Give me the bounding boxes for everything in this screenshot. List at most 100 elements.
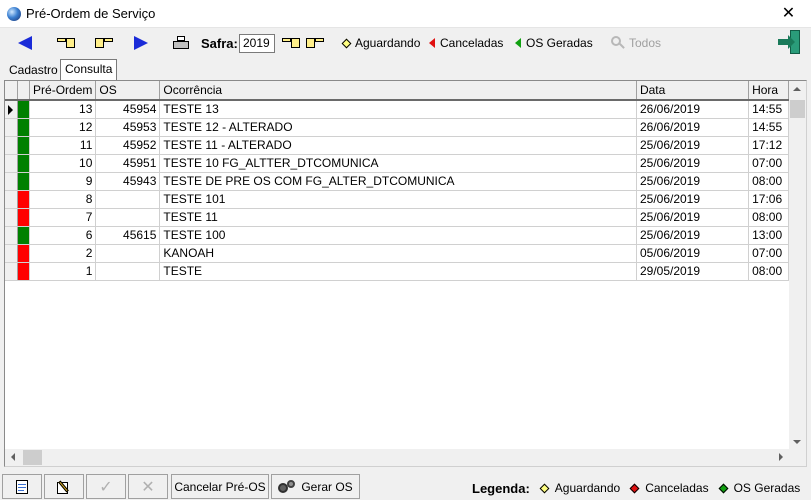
- cell-data[interactable]: 25/06/2019: [636, 172, 750, 191]
- cell-pre-ordem[interactable]: 7: [29, 208, 97, 227]
- cell-hora[interactable]: 13:00: [748, 226, 789, 245]
- table-row[interactable]: 12 45953 TESTE 12 - ALTERADO 26/06/2019 14:5…: [5, 118, 789, 137]
- cell-hora[interactable]: 14:55: [748, 100, 789, 119]
- confirm-button[interactable]: ✓: [86, 474, 126, 499]
- header-ocorrencia[interactable]: Ocorrência: [159, 81, 637, 101]
- cell-os[interactable]: [95, 190, 161, 209]
- table-row[interactable]: 7 TESTE 11 25/06/2019 08:00: [5, 208, 789, 227]
- cell-hora[interactable]: 17:06: [748, 190, 789, 209]
- scroll-left-icon[interactable]: [11, 453, 15, 461]
- cell-data[interactable]: 25/06/2019: [636, 154, 750, 173]
- filter-todos-button[interactable]: Todos: [611, 31, 661, 55]
- cell-os[interactable]: 45954: [95, 100, 161, 119]
- bottom-bar: ✓ ✕ Cancelar Pré-OS Gerar OS Legenda: Ag…: [0, 472, 811, 500]
- tab-cadastro[interactable]: Cadastro: [5, 61, 62, 79]
- cell-hora[interactable]: 07:00: [748, 154, 789, 173]
- safra-previous-button[interactable]: [282, 31, 300, 55]
- gerar-os-button[interactable]: Gerar OS: [271, 474, 360, 499]
- cell-pre-ordem[interactable]: 9: [29, 172, 97, 191]
- cell-ocorrencia[interactable]: TESTE 11: [159, 208, 637, 227]
- table-row[interactable]: 10 45951 TESTE 10 FG_ALTTER_DTCOMUNICA 25/0…: [5, 154, 789, 173]
- previous-record-button[interactable]: [57, 31, 75, 55]
- table-row[interactable]: 13 45954 TESTE 13 26/06/2019 14:55: [5, 100, 789, 119]
- horizontal-scrollbar[interactable]: [5, 449, 789, 466]
- cell-hora[interactable]: 14:55: [748, 118, 789, 137]
- cell-data[interactable]: 26/06/2019: [636, 100, 750, 119]
- cell-data[interactable]: 25/06/2019: [636, 208, 750, 227]
- table-row[interactable]: 6 45615 TESTE 100 25/06/2019 13:00: [5, 226, 789, 245]
- exit-button[interactable]: [778, 30, 800, 54]
- cell-os[interactable]: 45951: [95, 154, 161, 173]
- cell-ocorrencia[interactable]: TESTE 101: [159, 190, 637, 209]
- cell-ocorrencia[interactable]: TESTE: [159, 262, 637, 281]
- cell-ocorrencia[interactable]: TESTE 10 FG_ALTTER_DTCOMUNICA: [159, 154, 637, 173]
- filter-os-geradas-button[interactable]: OS Geradas: [515, 31, 593, 55]
- cancel-edit-button[interactable]: ✕: [128, 474, 168, 499]
- next-record-button[interactable]: [95, 31, 113, 55]
- cell-os[interactable]: 45952: [95, 136, 161, 155]
- cell-ocorrencia[interactable]: KANOAH: [159, 244, 637, 263]
- cell-hora[interactable]: 08:00: [748, 172, 789, 191]
- legend: Legenda: Aguardando Canceladas OS Gerada…: [472, 480, 808, 496]
- cell-data[interactable]: 25/06/2019: [636, 190, 750, 209]
- cell-ocorrencia[interactable]: TESTE 12 - ALTERADO: [159, 118, 637, 137]
- header-pre-ordem[interactable]: Pré-Ordem: [29, 81, 97, 101]
- cell-pre-ordem[interactable]: 10: [29, 154, 97, 173]
- cell-hora[interactable]: 07:00: [748, 244, 789, 263]
- cell-pre-ordem[interactable]: 11: [29, 136, 97, 155]
- cell-data[interactable]: 25/06/2019: [636, 226, 750, 245]
- header-data[interactable]: Data: [636, 81, 750, 101]
- cell-data[interactable]: 29/05/2019: [636, 262, 750, 281]
- cell-ocorrencia[interactable]: TESTE 100: [159, 226, 637, 245]
- cell-ocorrencia[interactable]: TESTE 11 - ALTERADO: [159, 136, 637, 155]
- tab-consulta[interactable]: Consulta: [60, 59, 118, 80]
- filter-aguardando-button[interactable]: Aguardando: [341, 31, 420, 55]
- cell-hora[interactable]: 08:00: [748, 262, 789, 281]
- cell-os[interactable]: [95, 244, 161, 263]
- print-button[interactable]: [173, 31, 189, 55]
- cell-pre-ordem[interactable]: 1: [29, 262, 97, 281]
- table-row[interactable]: 8 TESTE 101 25/06/2019 17:06: [5, 190, 789, 209]
- cell-os[interactable]: 45943: [95, 172, 161, 191]
- cell-os[interactable]: [95, 208, 161, 227]
- scroll-up-icon[interactable]: [793, 87, 801, 91]
- cell-os[interactable]: 45953: [95, 118, 161, 137]
- cell-os[interactable]: 45615: [95, 226, 161, 245]
- table-row[interactable]: 2 KANOAH 05/06/2019 07:00: [5, 244, 789, 263]
- last-record-button[interactable]: [134, 31, 148, 55]
- first-record-button[interactable]: [18, 31, 32, 55]
- vertical-scroll-thumb[interactable]: [790, 100, 805, 118]
- cell-hora[interactable]: 08:00: [748, 208, 789, 227]
- cell-os[interactable]: [95, 262, 161, 281]
- cell-pre-ordem[interactable]: 13: [29, 100, 97, 119]
- horizontal-scroll-thumb[interactable]: [23, 450, 42, 465]
- cell-pre-ordem[interactable]: 12: [29, 118, 97, 137]
- cell-ocorrencia[interactable]: TESTE 13: [159, 100, 637, 119]
- new-button[interactable]: [2, 474, 42, 499]
- safra-next-button[interactable]: [306, 31, 324, 55]
- cell-ocorrencia[interactable]: TESTE DE PRE OS COM FG_ALTER_DTCOMUNICA: [159, 172, 637, 191]
- cell-data[interactable]: 26/06/2019: [636, 118, 750, 137]
- header-os[interactable]: OS: [95, 81, 161, 101]
- cell-pre-ordem[interactable]: 8: [29, 190, 97, 209]
- status-color-cell: [17, 208, 31, 227]
- exit-door-icon: [778, 30, 800, 54]
- cell-data[interactable]: 25/06/2019: [636, 136, 750, 155]
- edit-button[interactable]: [44, 474, 84, 499]
- close-button[interactable]: ✕: [766, 0, 811, 28]
- table-row[interactable]: 1 TESTE 29/05/2019 08:00: [5, 262, 789, 281]
- filter-canceladas-button[interactable]: Canceladas: [429, 31, 503, 55]
- cell-pre-ordem[interactable]: 6: [29, 226, 97, 245]
- cell-hora[interactable]: 17:12: [748, 136, 789, 155]
- vertical-scrollbar[interactable]: [789, 81, 806, 450]
- safra-input[interactable]: [239, 33, 275, 53]
- table-row[interactable]: 11 45952 TESTE 11 - ALTERADO 25/06/2019 17:1…: [5, 136, 789, 155]
- header-hora[interactable]: Hora: [748, 81, 789, 101]
- table-row[interactable]: 9 45943 TESTE DE PRE OS COM FG_ALTER_DTCOM…: [5, 172, 789, 191]
- cell-pre-ordem[interactable]: 2: [29, 244, 97, 263]
- scroll-right-icon[interactable]: [779, 453, 783, 461]
- cell-data[interactable]: 05/06/2019: [636, 244, 750, 263]
- scroll-down-icon[interactable]: [793, 440, 801, 444]
- gears-icon: [278, 479, 296, 494]
- cancelar-pre-os-button[interactable]: Cancelar Pré-OS: [171, 474, 269, 499]
